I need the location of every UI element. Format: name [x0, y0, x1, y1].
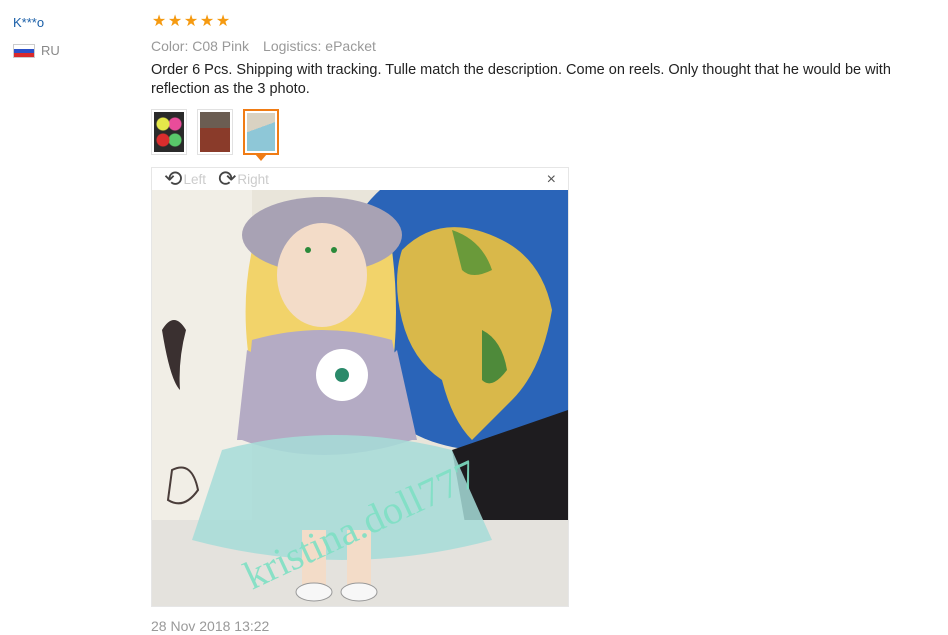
order-attributes: Color: C08 Pink Logistics: ePacket	[151, 38, 941, 54]
color-attribute: Color: C08 Pink	[151, 38, 250, 54]
reviewer: K***o	[13, 14, 44, 32]
close-viewer-button[interactable]: ×	[547, 172, 556, 188]
selected-arrow-icon	[255, 154, 267, 161]
reviewer-name[interactable]: K***o	[13, 15, 44, 30]
star-icon: ★	[167, 13, 183, 30]
viewer-toolbar: ⟲ Left ⟳ Right ×	[152, 168, 568, 190]
review-date: 28 Nov 2018 13:22	[151, 618, 270, 634]
reviewer-country: RU	[13, 43, 60, 58]
rotate-left-button[interactable]: ⟲ Left	[164, 166, 206, 191]
logistics-attribute: Logistics: ePacket	[263, 38, 376, 54]
review-photo-thumbnail-1[interactable]	[151, 109, 187, 155]
review-photo: kristina.doll777	[152, 190, 568, 606]
russia-flag-icon	[13, 43, 35, 58]
rotate-right-label: Right	[237, 171, 269, 187]
review-photo-thumbnail-2[interactable]	[197, 109, 233, 155]
review-photo-thumbnail-3[interactable]	[243, 109, 279, 161]
photo-viewer: ⟲ Left ⟳ Right × kristina.doll777	[151, 167, 569, 607]
country-code: RU	[41, 43, 60, 58]
star-icon: ★	[151, 13, 167, 30]
review-photo-thumbnails	[151, 109, 941, 161]
rotate-right-icon: ⟳	[217, 166, 237, 191]
rotate-left-icon: ⟲	[164, 166, 183, 191]
rotate-right-button[interactable]: ⟳ Right	[217, 166, 269, 191]
review-content: ★ ★ ★ ★ ★ Color: C08 Pink Logistics: ePa…	[151, 12, 941, 161]
star-icon: ★	[215, 13, 231, 30]
star-rating: ★ ★ ★ ★ ★	[151, 12, 941, 32]
rotate-left-label: Left	[183, 171, 206, 187]
review-text: Order 6 Pcs. Shipping with tracking. Tul…	[151, 62, 891, 97]
star-icon: ★	[199, 13, 215, 30]
star-icon: ★	[183, 13, 199, 30]
